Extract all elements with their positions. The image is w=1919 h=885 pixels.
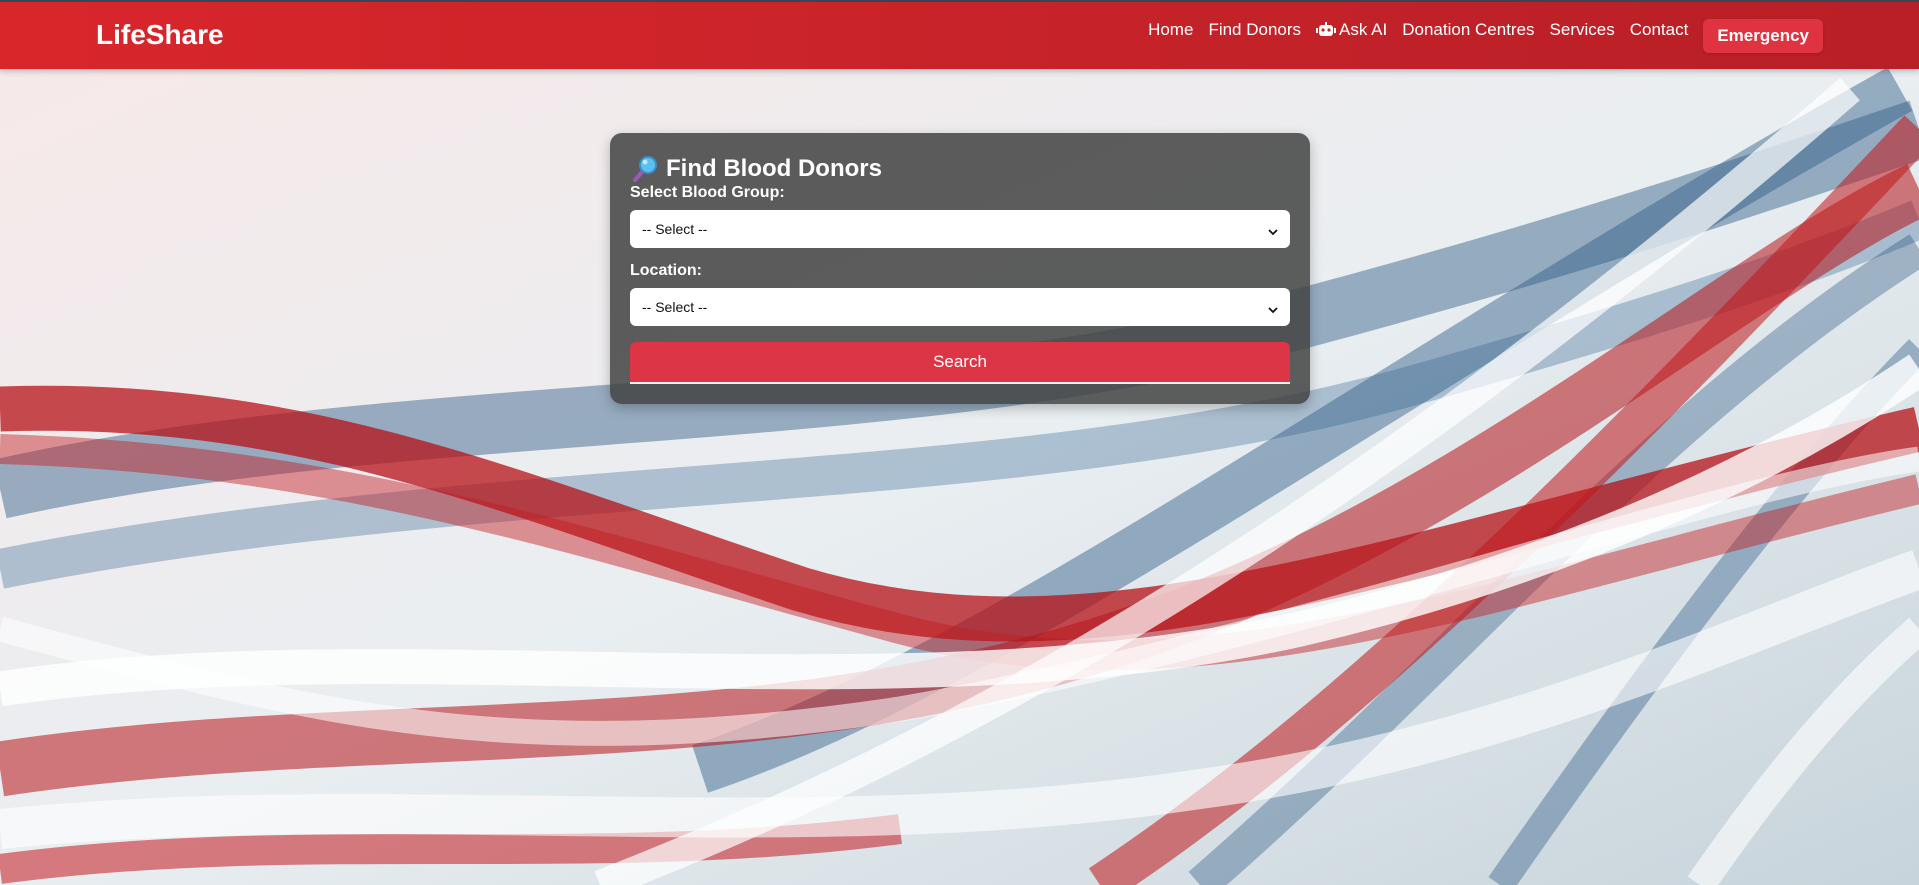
magnifying-glass-icon — [632, 155, 660, 183]
nav-find-donors[interactable]: Find Donors — [1208, 20, 1301, 40]
blood-group-select[interactable]: -- Select -- — [630, 210, 1290, 248]
chevron-down-icon — [1268, 302, 1278, 314]
nav-ask-ai-label: Ask AI — [1339, 19, 1388, 39]
find-donors-card: Find Blood Donors Select Blood Group: --… — [610, 133, 1310, 404]
blood-group-select-value: -- Select -- — [642, 221, 708, 237]
blood-group-label: Select Blood Group: — [630, 184, 785, 201]
chevron-down-icon — [1268, 224, 1278, 236]
navbar: LifeShare Home Find Donors Ask AI Donati… — [0, 2, 1919, 69]
nav-contact[interactable]: Contact — [1630, 20, 1689, 40]
card-title-text: Find Blood Donors — [666, 155, 882, 182]
nav-services[interactable]: Services — [1550, 20, 1615, 40]
nav-links: Home Find Donors Ask AI Donation Centres… — [1148, 2, 1919, 69]
emergency-button[interactable]: Emergency — [1703, 18, 1823, 53]
nav-donation-centres[interactable]: Donation Centres — [1402, 20, 1534, 40]
nav-home[interactable]: Home — [1148, 20, 1193, 40]
search-button[interactable]: Search — [630, 342, 1290, 384]
robot-icon — [1316, 21, 1337, 38]
location-select-value: -- Select -- — [642, 299, 708, 315]
location-label: Location: — [630, 262, 702, 279]
brand-logo[interactable]: LifeShare — [96, 19, 224, 51]
nav-ask-ai[interactable]: Ask AI — [1316, 20, 1387, 40]
card-title: Find Blood Donors — [632, 155, 882, 183]
location-select[interactable]: -- Select -- — [630, 288, 1290, 326]
